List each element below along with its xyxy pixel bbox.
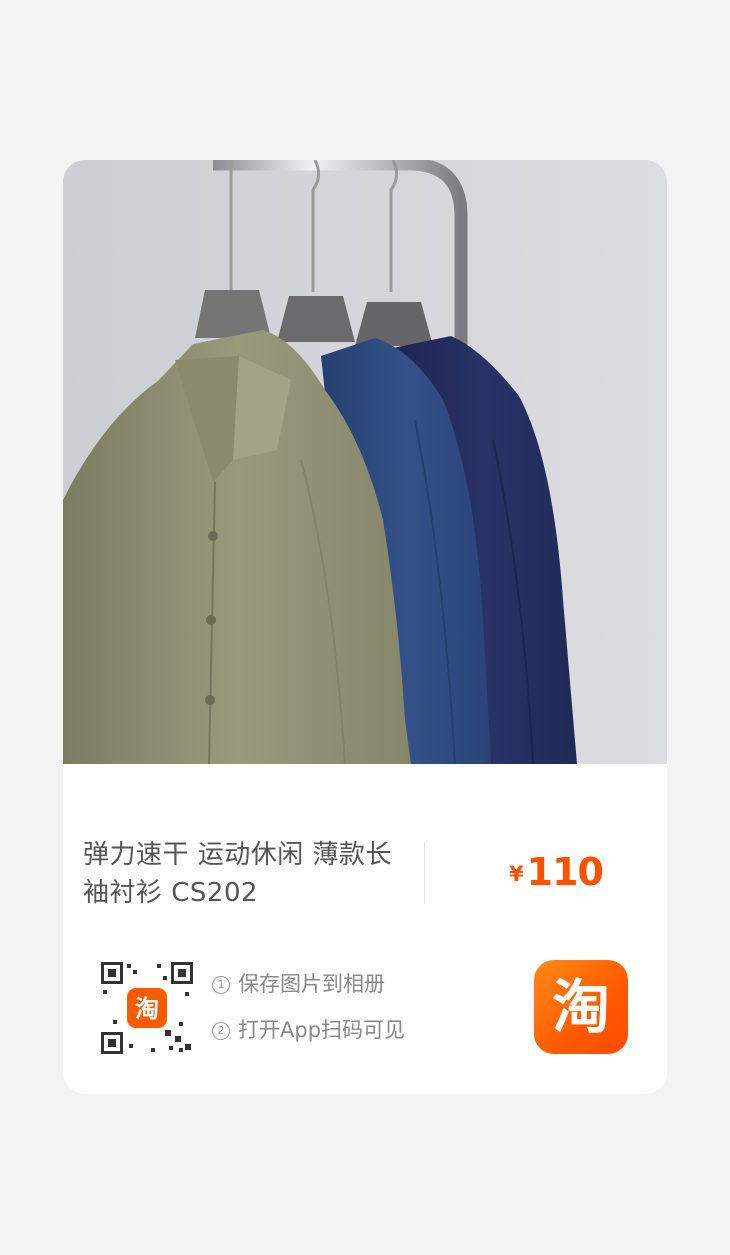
- price-value: 110: [526, 850, 604, 894]
- taobao-app-icon[interactable]: 淘: [534, 960, 628, 1054]
- step-1-number: 1: [212, 976, 230, 994]
- qr-code[interactable]: 淘: [99, 960, 195, 1056]
- step-save-image: 1 保存图片到相册: [212, 969, 385, 999]
- divider: [424, 842, 425, 904]
- step-2-label: 打开App扫码可见: [238, 1018, 406, 1042]
- step-open-app: 2 打开App扫码可见: [212, 1015, 405, 1045]
- product-photo[interactable]: [63, 160, 667, 764]
- app-icon-glyph: 淘: [551, 973, 610, 1041]
- qr-center-logo: 淘: [135, 995, 159, 1023]
- product-title: 弹力速干 运动休闲 薄款长袖衬衫 CS202: [83, 840, 393, 908]
- step-2-number: 2: [212, 1022, 230, 1040]
- product-price: ¥110: [509, 850, 604, 894]
- currency-symbol: ¥: [509, 862, 524, 886]
- shirts-illustration: [63, 160, 667, 764]
- step-1-label: 保存图片到相册: [238, 972, 385, 996]
- share-card: 弹力速干 运动休闲 薄款长袖衬衫 CS202 ¥110 淘 1 保存图片到相册 …: [63, 160, 667, 1094]
